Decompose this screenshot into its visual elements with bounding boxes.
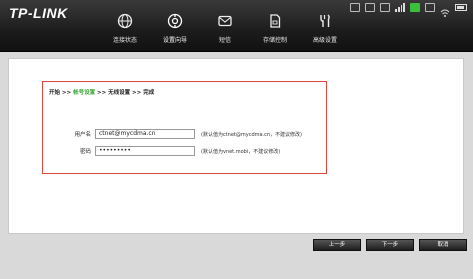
- username-label: 用户名: [74, 132, 91, 138]
- previous-button[interactable]: 上一步: [313, 239, 361, 251]
- sim-icon: [365, 3, 375, 12]
- breadcrumb-step-finish: 完成: [143, 90, 155, 96]
- username-row: 用户名 ctnet@mycdma.cn (默认值为ctnet@mycdma.cn…: [43, 129, 302, 139]
- message-icon: [350, 3, 360, 12]
- next-button[interactable]: 下一步: [366, 239, 414, 251]
- password-row: 密码 ••••••••• (默认值为vnet.mobi，不建议修改): [43, 146, 280, 156]
- globe-icon: [117, 13, 133, 29]
- tp-link-logo: TP-LINK: [9, 5, 68, 21]
- cancel-button[interactable]: 取消: [419, 239, 467, 251]
- password-input[interactable]: •••••••••: [95, 146, 195, 156]
- nav-label: 高级设置: [312, 37, 337, 44]
- nav-label: 短信: [218, 37, 231, 44]
- main-content: 开始 >> 帐号设置 >> 无线设置 >> 完成 用户名 ctnet@mycdm…: [8, 58, 464, 234]
- wizard-breadcrumb: 开始 >> 帐号设置 >> 无线设置 >> 完成: [49, 88, 154, 96]
- nav-advanced[interactable]: 高级设置: [300, 13, 350, 44]
- account-settings-panel: 开始 >> 帐号设置 >> 无线设置 >> 完成 用户名 ctnet@mycdm…: [42, 81, 327, 174]
- signal-bars-icon: [395, 3, 405, 12]
- sd-card-icon: [270, 14, 281, 28]
- nav-setup-wizard[interactable]: 设置向导: [150, 13, 200, 44]
- main-nav: 连接状态 设置向导 短信 存储控制 高级设置: [100, 13, 350, 44]
- gear-icon: [167, 13, 183, 29]
- status-icons: [350, 3, 467, 17]
- password-hint: (默认值为vnet.mobi，不建议修改): [201, 148, 281, 155]
- wizard-actions: 上一步 下一步 取消: [313, 239, 467, 251]
- breadcrumb-step-account: 帐号设置: [73, 90, 96, 96]
- tools-icon: [320, 14, 330, 27]
- nav-label: 连接状态: [112, 37, 137, 44]
- nav-label: 存储控制: [262, 37, 287, 44]
- nav-sms[interactable]: 短信: [200, 13, 250, 44]
- nav-connection-status[interactable]: 连接状态: [100, 13, 150, 44]
- network-icon: [380, 3, 390, 12]
- breadcrumb-step-wireless: 无线设置: [108, 90, 131, 96]
- nav-storage[interactable]: 存储控制: [250, 13, 300, 44]
- breadcrumb-separator: >>: [130, 90, 144, 96]
- envelope-icon: [218, 15, 232, 27]
- usb-icon: [425, 3, 435, 12]
- green-status-icon: [410, 3, 420, 12]
- username-input[interactable]: ctnet@mycdma.cn: [95, 129, 195, 139]
- wifi-icon: [440, 3, 450, 17]
- breadcrumb-separator: >>: [60, 90, 74, 96]
- top-bar: TP-LINK 连接状态 设置向导 短信 存储控制 高级设置: [0, 0, 473, 52]
- battery-icon: [455, 4, 467, 11]
- password-label: 密码: [79, 149, 91, 155]
- username-hint: (默认值为ctnet@mycdma.cn，不建议修改): [201, 131, 303, 138]
- breadcrumb-step-start: 开始: [49, 90, 61, 96]
- breadcrumb-separator: >>: [95, 90, 109, 96]
- nav-label: 设置向导: [162, 37, 187, 44]
